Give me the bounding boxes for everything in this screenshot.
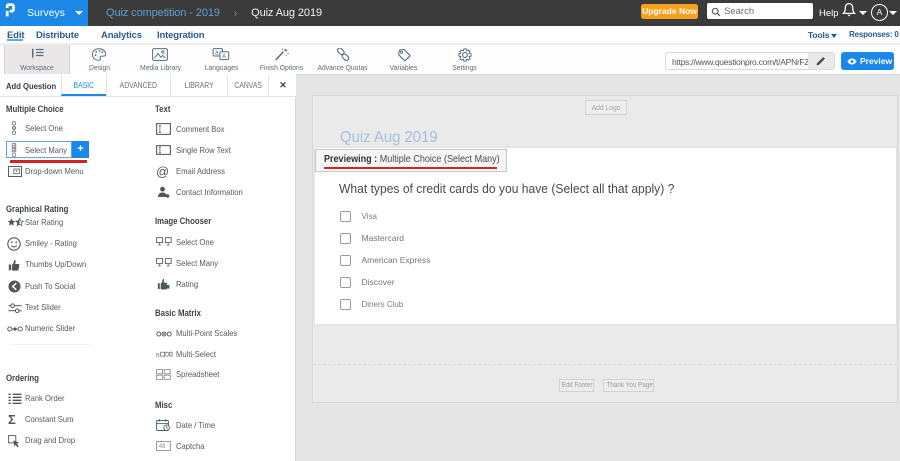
svg-text:B: B	[156, 353, 160, 358]
svg-text:48: 48	[159, 444, 166, 450]
svg-text:A: A	[222, 54, 226, 60]
